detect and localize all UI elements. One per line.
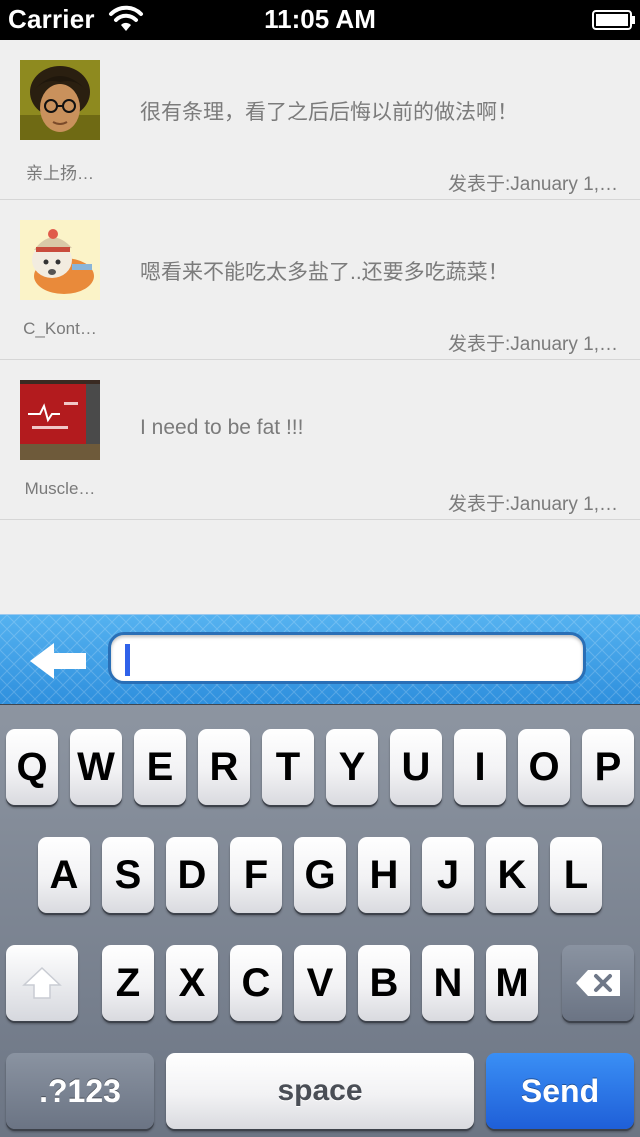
timestamp: 发表于:January 1,…: [448, 494, 618, 515]
avatar[interactable]: [20, 220, 100, 300]
battery-icon: [592, 10, 635, 30]
comment-text: 嗯看来不能吃太多盐了..还要多吃蔬菜！: [140, 261, 509, 284]
key-f[interactable]: F: [230, 837, 282, 913]
space-key[interactable]: space: [166, 1053, 474, 1129]
key-k[interactable]: K: [486, 837, 538, 913]
shift-arrow-icon: [22, 966, 62, 999]
avatar[interactable]: [20, 60, 100, 140]
status-time: 11:05 AM: [264, 4, 376, 34]
timestamp: 发表于:January 1,…: [448, 174, 618, 195]
numbers-key[interactable]: .?123: [6, 1053, 154, 1129]
key-d[interactable]: D: [166, 837, 218, 913]
status-bar: Carrier 11:05 AM: [0, 0, 640, 40]
username: 亲上扬…: [26, 164, 94, 183]
key-q[interactable]: Q: [6, 729, 58, 805]
key-r[interactable]: R: [198, 729, 250, 805]
key-t[interactable]: T: [262, 729, 314, 805]
key-n[interactable]: N: [422, 945, 474, 1021]
avatar[interactable]: [20, 380, 100, 460]
comment-text: 很有条理，看了之后后悔以前的做法啊！: [140, 101, 518, 124]
username: Muscle…: [24, 479, 96, 498]
key-w[interactable]: W: [70, 729, 122, 805]
key-c[interactable]: C: [230, 945, 282, 1021]
key-j[interactable]: J: [422, 837, 474, 913]
comment-list: 亲上扬… 很有条理，看了之后后悔以前的做法啊！ 发表于:January 1,… …: [0, 40, 640, 520]
list-item[interactable]: 亲上扬… 很有条理，看了之后后悔以前的做法啊！ 发表于:January 1,…: [0, 40, 640, 200]
key-p[interactable]: P: [582, 729, 634, 805]
key-a[interactable]: A: [38, 837, 90, 913]
key-l[interactable]: L: [550, 837, 602, 913]
keyboard: Q W E R T Y U I O P A S D F G H J K L Z …: [0, 704, 640, 1137]
text-caret: [125, 644, 130, 676]
key-b[interactable]: B: [358, 945, 410, 1021]
key-u[interactable]: U: [390, 729, 442, 805]
key-i[interactable]: I: [454, 729, 506, 805]
key-v[interactable]: V: [294, 945, 346, 1021]
shift-key[interactable]: [6, 945, 78, 1021]
key-e[interactable]: E: [134, 729, 186, 805]
key-g[interactable]: G: [294, 837, 346, 913]
key-y[interactable]: Y: [326, 729, 378, 805]
message-input[interactable]: [108, 632, 586, 684]
comment-text: I need to be fat !!!: [140, 416, 304, 439]
key-s[interactable]: S: [102, 837, 154, 913]
username: C_Kont…: [23, 319, 97, 338]
key-z[interactable]: Z: [102, 945, 154, 1021]
delete-key[interactable]: [562, 945, 634, 1021]
list-item[interactable]: C_Kont… 嗯看来不能吃太多盐了..还要多吃蔬菜！ 发表于:January …: [0, 200, 640, 360]
key-h[interactable]: H: [358, 837, 410, 913]
left-arrow-icon[interactable]: [26, 641, 90, 681]
key-o[interactable]: O: [518, 729, 570, 805]
key-m[interactable]: M: [486, 945, 538, 1021]
timestamp: 发表于:January 1,…: [448, 334, 618, 355]
key-x[interactable]: X: [166, 945, 218, 1021]
backspace-icon: [576, 970, 620, 996]
comment-input-bar: [0, 614, 640, 705]
send-button[interactable]: Send: [486, 1053, 634, 1129]
list-item[interactable]: Muscle… I need to be fat !!! 发表于:January…: [0, 360, 640, 520]
